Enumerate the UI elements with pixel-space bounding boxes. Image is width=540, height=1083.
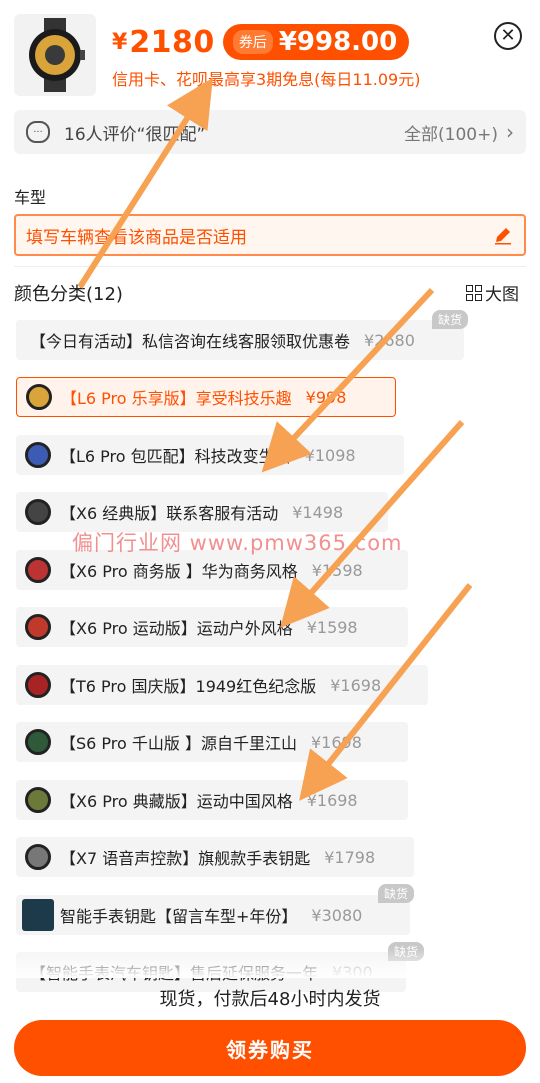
coupon-price-badge: 券后 ¥998.00 (222, 24, 410, 60)
option-price: ¥998 (305, 387, 347, 407)
car-type-label: 车型 (14, 188, 47, 207)
product-header: ¥ 2180 券后 ¥998.00 信用卡、花呗最高享3期免息(每日11.09元… (0, 0, 540, 108)
car-type-input[interactable]: 填写车辆查看该商品是否适用 (14, 214, 526, 256)
watch-thumb-icon (22, 841, 54, 873)
shipping-note: 现货，付款后48小时内发货 (159, 989, 381, 1010)
scroll-fade (0, 948, 540, 978)
option-price: ¥1698 (310, 732, 362, 752)
color-option[interactable]: 【L6 Pro 包匹配】科技改变生活 ¥1098 (16, 435, 404, 475)
comment-icon: ··· (26, 121, 50, 143)
color-option[interactable]: 【T6 Pro 国庆版】1949红色纪念版 ¥1698 (16, 665, 428, 705)
option-price: ¥1498 (292, 502, 344, 522)
color-option[interactable]: 【X7 语音声控款】旗舰款手表钥匙 ¥1798 (16, 837, 414, 877)
watch-thumb-icon (22, 439, 54, 471)
watch-thumb-icon (22, 726, 54, 758)
color-option[interactable]: 【X6 Pro 运动版】运动户外风格 ¥1598 (16, 607, 408, 647)
grid-icon (466, 284, 482, 301)
watch-thumb-icon (22, 611, 54, 643)
coupon-price: ¥998.00 (278, 27, 398, 57)
watch-thumb-icon (22, 784, 54, 816)
soldout-badge: 缺货 (378, 884, 415, 903)
option-name: 【X6 Pro 商务版 】华为商务风格 (60, 562, 298, 581)
option-name: 【今日有活动】私信咨询在线客服领取优惠卷 (30, 332, 351, 351)
price-row: ¥ 2180 券后 ¥998.00 (112, 22, 410, 62)
color-option[interactable]: 【S6 Pro 千山版 】源自千里江山 ¥1698 (16, 722, 408, 762)
watch-thumb-icon (22, 669, 54, 701)
big-picture-label: 大图 (485, 285, 519, 305)
close-button[interactable]: ✕ (494, 22, 522, 50)
option-price: ¥1598 (311, 560, 363, 580)
option-name: 【X6 Pro 典藏版】运动中国风格 (60, 792, 293, 811)
divider (14, 266, 526, 267)
option-price: ¥1098 (304, 445, 356, 465)
option-price: ¥1798 (324, 847, 376, 867)
watch-icon (29, 18, 85, 92)
option-name: 【X6 经典版】联系客服有活动 (60, 504, 279, 523)
color-option[interactable]: 智能手表钥匙【留言车型+年份】 ¥3080 (16, 895, 410, 935)
color-category-title: 颜色分类(12) (14, 284, 123, 305)
original-price: 2180 (129, 24, 215, 60)
close-icon: ✕ (500, 25, 516, 46)
installment-info: 信用卡、花呗最高享3期免息(每日11.09元) (112, 70, 421, 89)
watch-thumb-icon (22, 554, 54, 586)
price-symbol: ¥ (112, 29, 128, 55)
watch-thumb-icon (22, 496, 54, 528)
watch-thumb-icon (23, 381, 55, 413)
watermark-text: 偏门行业网 www.pmw365.com (72, 531, 403, 555)
option-price: ¥2680 (364, 330, 415, 350)
option-price: ¥3080 (311, 905, 363, 925)
coupon-tag: 券后 (232, 30, 273, 54)
option-name: 【T6 Pro 国庆版】1949红色纪念版 (60, 677, 317, 696)
buy-with-coupon-button[interactable]: 领券购买 (14, 1020, 526, 1076)
option-price: ¥1598 (306, 617, 358, 637)
option-name: 【X7 语音声控款】旗舰款手表钥匙 (60, 849, 311, 868)
car-type-placeholder: 填写车辆查看该商品是否适用 (26, 227, 247, 248)
color-option-selected[interactable]: 【L6 Pro 乐享版】享受科技乐趣 ¥998 (16, 377, 396, 417)
arrow-icon (261, 287, 435, 473)
review-all-link[interactable]: 全部(100+) (404, 120, 498, 145)
soldout-badge: 缺货 (432, 310, 469, 329)
color-option[interactable]: 【今日有活动】私信咨询在线客服领取优惠卷 ¥2680 (16, 320, 464, 360)
review-text: 16人评价“很匹配” (64, 124, 206, 145)
pencil-icon (492, 224, 514, 246)
review-summary[interactable]: ··· 16人评价“很匹配” 全部(100+) › (14, 110, 526, 154)
option-name: 【X6 Pro 运动版】运动户外风格 (60, 619, 293, 638)
color-option[interactable]: 【X6 Pro 典藏版】运动中国风格 ¥1698 (16, 780, 408, 820)
color-option[interactable]: 【X6 经典版】联系客服有活动 ¥1498 (16, 492, 388, 532)
option-name: 智能手表钥匙【留言车型+年份】 (60, 907, 298, 926)
big-picture-toggle[interactable]: 大图 (466, 280, 519, 305)
product-thumbnail[interactable] (14, 14, 96, 96)
option-price: ¥1698 (306, 790, 358, 810)
option-name: 【L6 Pro 乐享版】享受科技乐趣 (61, 389, 292, 408)
option-name: 【L6 Pro 包匹配】科技改变生活 (60, 447, 291, 466)
chevron-right-icon: › (506, 120, 514, 144)
option-name: 【S6 Pro 千山版 】源自千里江山 (60, 734, 297, 753)
key-box-icon (22, 899, 54, 931)
option-price: ¥1698 (330, 675, 382, 695)
